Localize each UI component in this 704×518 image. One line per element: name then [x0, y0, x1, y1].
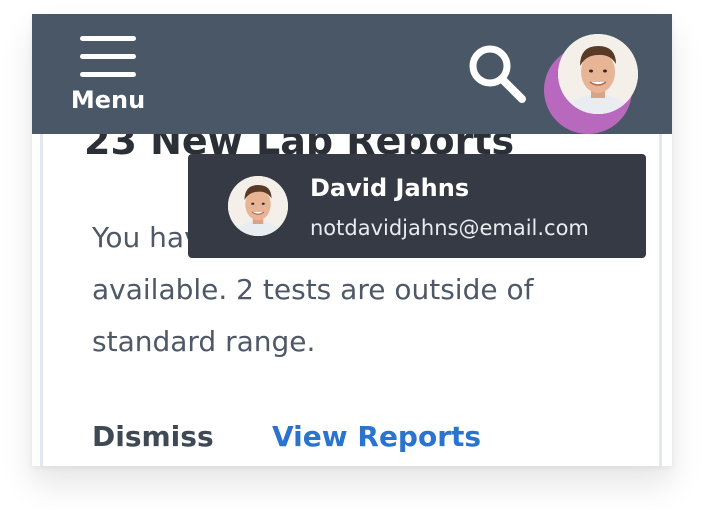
tooltip-avatar: [228, 176, 288, 236]
user-name: David Jahns: [310, 174, 470, 202]
tooltip-avatar-icon: [228, 176, 288, 236]
app-screen: 23 New Lab Reports You have 23 new lab r…: [32, 14, 672, 466]
search-button[interactable]: [464, 42, 528, 106]
account-tooltip: David Jahns notdavidjahns@email.com: [188, 154, 646, 258]
stage: 23 New Lab Reports You have 23 new lab r…: [0, 0, 704, 518]
user-avatar-button[interactable]: [558, 34, 638, 114]
view-reports-button[interactable]: View Reports: [272, 420, 481, 453]
menu-button[interactable]: Menu: [68, 32, 148, 122]
dismiss-button[interactable]: Dismiss: [92, 420, 214, 453]
user-avatar-icon: [558, 34, 638, 114]
user-email: notdavidjahns@email.com: [310, 216, 589, 240]
hamburger-icon: [80, 34, 136, 80]
search-icon: [469, 45, 526, 103]
menu-label: Menu: [70, 86, 146, 114]
